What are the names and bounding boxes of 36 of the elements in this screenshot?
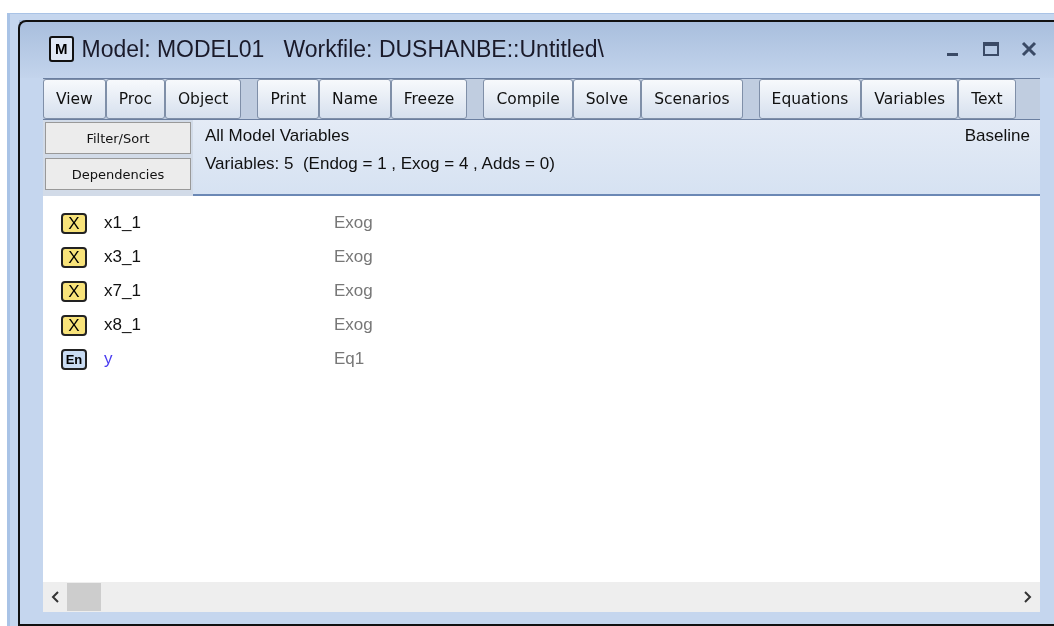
- summary-text: Variables: 5 (Endog = 1 , Exog = 4 , Adds = 0): [205, 154, 556, 174]
- list-title: All Model Variables: [205, 126, 350, 146]
- toolbar-button[interactable]: Freeze: [390, 79, 468, 119]
- scenario-label: Baseline: [964, 126, 1030, 146]
- toolbar-button[interactable]: Variables: [861, 79, 959, 119]
- side-button[interactable]: Dependencies: [45, 158, 191, 190]
- variable-source: Exog: [334, 315, 373, 335]
- variable-type-icon: X: [61, 246, 87, 268]
- variable-source: Eq1: [334, 349, 365, 369]
- toolbar-button[interactable]: Object: [164, 79, 242, 119]
- toolbar-button[interactable]: View: [43, 79, 106, 119]
- variable-source: Exog: [334, 213, 373, 233]
- toolbar-button[interactable]: Text: [958, 79, 1016, 119]
- toolbar-button[interactable]: Proc: [105, 79, 165, 119]
- toolbar-button[interactable]: Name: [319, 79, 391, 119]
- window-title: Model: MODEL01 Workfile: DUSHANBE::Untitled\: [81, 35, 604, 63]
- model-icon: M: [49, 36, 74, 62]
- variable-name[interactable]: x1_1: [104, 213, 334, 233]
- variable-source: Exog: [334, 247, 373, 267]
- side-button[interactable]: Filter/Sort: [45, 122, 191, 154]
- variable-type-icon: X: [61, 212, 87, 234]
- toolbar-button[interactable]: Scenarios: [641, 79, 743, 119]
- variable-name[interactable]: x8_1: [104, 315, 334, 335]
- variable-source: Exog: [334, 281, 373, 301]
- horizontal-scrollbar[interactable]: [43, 582, 1040, 612]
- variable-name[interactable]: y: [104, 349, 334, 369]
- toolbar-button[interactable]: Compile: [483, 79, 573, 119]
- variable-type-icon: En: [61, 348, 87, 370]
- toolbar-button[interactable]: Equations: [758, 79, 862, 119]
- variable-type-icon: X: [61, 280, 87, 302]
- variable-name[interactable]: x3_1: [104, 247, 334, 267]
- variable-name[interactable]: x7_1: [104, 281, 334, 301]
- toolbar-button[interactable]: Print: [257, 79, 320, 119]
- variable-type-icon: X: [61, 314, 87, 336]
- toolbar-button[interactable]: Solve: [572, 79, 642, 119]
- scroll-thumb[interactable]: [67, 583, 101, 611]
